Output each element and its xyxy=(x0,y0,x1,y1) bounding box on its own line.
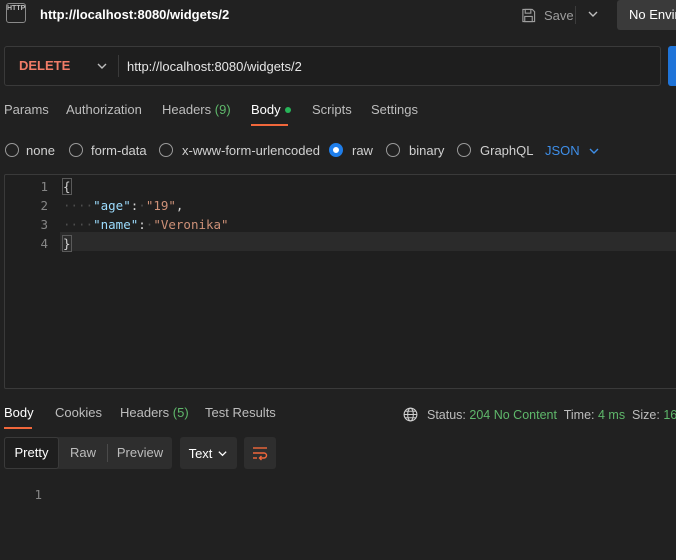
code-line-1: { xyxy=(62,178,72,195)
raw-format-label: JSON xyxy=(545,143,580,158)
open-brace: { xyxy=(62,178,72,195)
time-label: Time: xyxy=(563,408,595,422)
space-whitespace: · xyxy=(138,198,146,213)
tab-params[interactable]: Params xyxy=(4,102,49,117)
raw-format-chevron-down-icon xyxy=(589,148,599,154)
line-number: 2 xyxy=(40,198,48,213)
code-line-3: ····"name":·"Veronika" xyxy=(63,217,229,232)
response-tab-headers-count: (5) xyxy=(172,405,189,420)
current-line-highlight xyxy=(60,232,676,251)
status-value[interactable]: 204 No Content xyxy=(469,408,557,422)
send-button[interactable] xyxy=(668,46,676,86)
code-line-2: ····"age":·"19", xyxy=(63,198,183,213)
url-input[interactable] xyxy=(127,56,647,76)
http-request-icon: HTTP xyxy=(6,3,26,23)
tab-authorization[interactable]: Authorization xyxy=(66,102,142,117)
header-divider xyxy=(575,6,576,24)
line-number: 1 xyxy=(40,179,48,194)
colon: : xyxy=(138,217,146,232)
response-tab-test-results[interactable]: Test Results xyxy=(205,405,276,420)
save-label: Save xyxy=(544,7,574,23)
method-chevron-down-icon[interactable] xyxy=(96,59,108,73)
response-tab-headers-label: Headers xyxy=(120,405,170,420)
response-tab-cookies-label: Cookies xyxy=(55,405,102,420)
active-tab-indicator xyxy=(251,124,288,126)
radio-graphql-label[interactable]: GraphQL xyxy=(480,143,533,158)
method-select[interactable]: DELETE xyxy=(19,58,70,73)
response-format-select[interactable]: Text xyxy=(180,437,237,469)
comma: , xyxy=(175,198,184,213)
radio-x-www-form-urlencoded[interactable] xyxy=(159,143,173,157)
view-raw-button[interactable]: Raw xyxy=(60,437,106,469)
response-tab-body-label: Body xyxy=(4,405,34,420)
radio-none[interactable] xyxy=(5,143,19,157)
indent-whitespace: ···· xyxy=(63,198,94,213)
status-label: Status: xyxy=(427,408,466,422)
request-body-editor[interactable]: 1 2 3 4 { ····"age":·"19", ····"name":·"… xyxy=(4,174,676,389)
request-title[interactable]: http://localhost:8080/widgets/2 xyxy=(40,7,229,22)
wrap-lines-icon xyxy=(253,447,268,461)
time-value[interactable]: 4 ms xyxy=(598,408,625,422)
method-url-divider xyxy=(118,55,119,77)
radio-raw[interactable] xyxy=(329,143,343,157)
environment-selector[interactable]: No Environment xyxy=(617,0,676,30)
tab-headers-count: (9) xyxy=(214,102,231,117)
view-pretty-button[interactable]: Pretty xyxy=(4,437,59,469)
tab-params-label: Params xyxy=(4,102,49,117)
radio-raw-label[interactable]: raw xyxy=(352,143,373,158)
response-tab-headers[interactable]: Headers (5) xyxy=(120,405,189,420)
response-active-tab-indicator xyxy=(4,427,32,429)
code-line-4: } xyxy=(62,235,72,252)
wrap-lines-button[interactable] xyxy=(244,437,276,469)
size-value[interactable]: 166 B xyxy=(663,408,676,422)
tab-headers[interactable]: Headers (9) xyxy=(162,102,231,117)
tab-headers-label: Headers xyxy=(162,102,212,117)
save-button[interactable]: Save xyxy=(521,5,574,25)
radio-x-www-form-urlencoded-label[interactable]: x-www-form-urlencoded xyxy=(182,143,320,158)
tab-body[interactable]: Body xyxy=(251,102,291,117)
response-tab-test-results-label: Test Results xyxy=(205,405,276,420)
size-label: Size: xyxy=(632,408,660,422)
value-name: "Veronika" xyxy=(153,217,229,232)
indent-whitespace: ···· xyxy=(63,217,94,232)
key-age: "age" xyxy=(93,198,131,213)
radio-graphql[interactable] xyxy=(457,143,471,157)
radio-none-label[interactable]: none xyxy=(26,143,55,158)
response-format-chevron-down-icon xyxy=(218,450,228,456)
tab-settings-label: Settings xyxy=(371,102,418,117)
http-icon-text: HTTP xyxy=(7,5,26,12)
save-icon xyxy=(522,8,536,22)
response-format-label: Text xyxy=(188,445,213,461)
response-tab-cookies[interactable]: Cookies xyxy=(55,405,102,420)
radio-binary-label[interactable]: binary xyxy=(409,143,444,158)
line-number: 3 xyxy=(40,217,48,232)
tab-authorization-label: Authorization xyxy=(66,102,142,117)
view-preview-button[interactable]: Preview xyxy=(108,437,172,469)
radio-binary[interactable] xyxy=(386,143,400,157)
tab-settings[interactable]: Settings xyxy=(371,102,418,117)
key-name: "name" xyxy=(93,217,139,232)
response-line-number: 1 xyxy=(34,487,42,502)
raw-format-select[interactable]: JSON xyxy=(545,143,600,158)
tab-body-label: Body xyxy=(251,102,281,117)
line-number: 4 xyxy=(40,236,48,251)
response-tab-body[interactable]: Body xyxy=(4,405,34,420)
tab-scripts[interactable]: Scripts xyxy=(312,102,352,117)
value-age: "19" xyxy=(145,198,176,213)
radio-form-data-label[interactable]: form-data xyxy=(91,143,147,158)
save-options-chevron-down-icon[interactable] xyxy=(586,5,600,23)
body-modified-indicator xyxy=(284,106,291,113)
response-meta: Status: 204 No Content Time: 4 ms Size: … xyxy=(427,408,676,422)
close-brace: } xyxy=(62,235,72,252)
globe-icon[interactable] xyxy=(403,407,418,422)
radio-form-data[interactable] xyxy=(69,143,83,157)
tab-scripts-label: Scripts xyxy=(312,102,352,117)
